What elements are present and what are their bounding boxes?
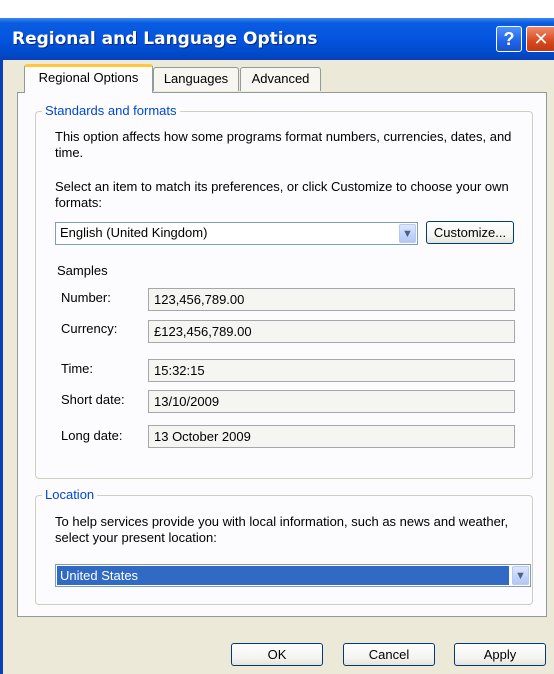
tab-regional-options[interactable]: Regional Options — [24, 64, 153, 93]
samples-heading: Samples — [57, 263, 108, 278]
tab-languages[interactable]: Languages — [153, 67, 239, 91]
format-select[interactable]: English (United Kingdom) ▼ — [55, 222, 418, 245]
title-bar[interactable]: Regional and Language Options ? ✕ — [0, 18, 554, 60]
sample-value-currency: £123,456,789.00 — [148, 320, 515, 343]
sample-value-number: 123,456,789.00 — [148, 288, 515, 311]
location-legend: Location — [42, 487, 98, 502]
sample-value-short-date: 13/10/2009 — [148, 390, 515, 413]
select-prompt: Select an item to match its preferences,… — [55, 179, 509, 210]
sample-label-number: Number: — [61, 290, 111, 305]
sample-value-long-date: 13 October 2009 — [148, 425, 515, 448]
sample-label-currency: Currency: — [61, 321, 118, 336]
tab-advanced[interactable]: Advanced — [240, 67, 321, 91]
location-group: Location — [35, 487, 533, 605]
sample-label-time: Time: — [61, 361, 94, 376]
close-button[interactable]: ✕ — [526, 26, 554, 52]
location-select[interactable]: United States ▼ — [55, 564, 531, 587]
help-button[interactable]: ? — [496, 26, 522, 52]
sample-value-time: 15:32:15 — [148, 359, 515, 382]
customize-button[interactable]: Customize... — [426, 221, 514, 244]
cancel-button[interactable]: Cancel — [343, 643, 435, 666]
sample-label-long-date: Long date: — [61, 428, 123, 443]
chevron-down-icon[interactable]: ▼ — [399, 224, 416, 243]
format-select-value: English (United Kingdom) — [60, 225, 208, 240]
location-description: To help services provide you with local … — [55, 514, 509, 545]
background-strip — [0, 0, 554, 18]
chevron-down-icon[interactable]: ▼ — [512, 566, 529, 585]
tab-panel: Standards and formats This option affect… — [17, 92, 547, 617]
window-title: Regional and Language Options — [12, 29, 318, 49]
standards-formats-legend: Standards and formats — [42, 103, 180, 118]
location-select-value: United States — [57, 566, 509, 585]
sample-label-short-date: Short date: — [61, 392, 125, 407]
standards-description: This option affects how some programs fo… — [55, 129, 512, 160]
apply-button[interactable]: Apply — [454, 643, 546, 666]
ok-button[interactable]: OK — [231, 643, 323, 666]
